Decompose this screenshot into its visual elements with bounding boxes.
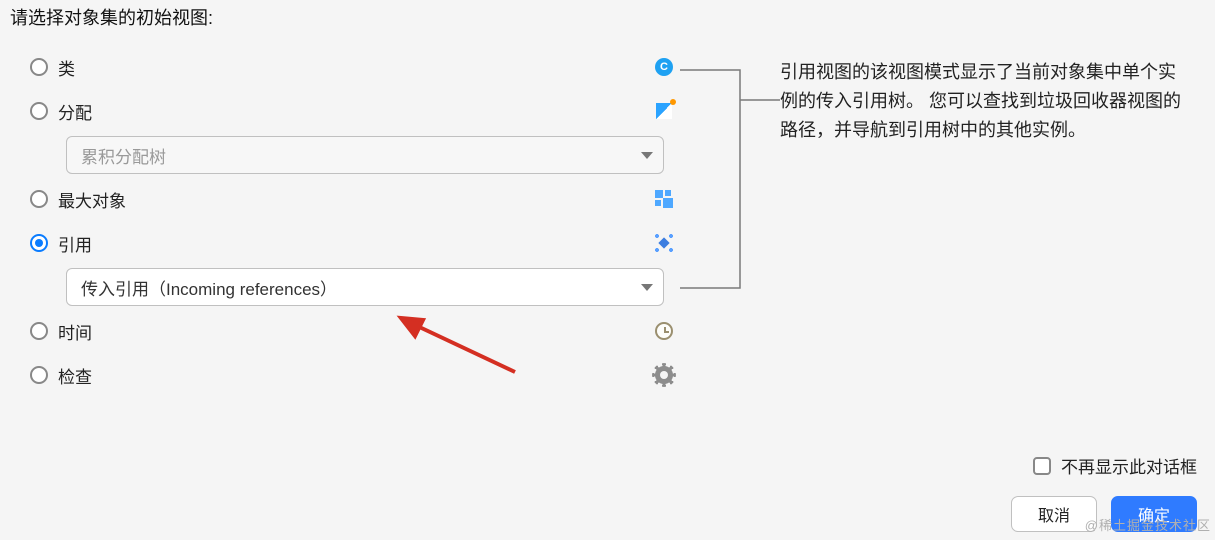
- reference-mode-dropdown[interactable]: 传入引用（Incoming references）: [66, 268, 664, 306]
- class-icon: C: [653, 56, 675, 78]
- option-label: 类: [58, 55, 75, 80]
- dropdown-value: 累积分配树: [81, 143, 166, 168]
- option-inspection[interactable]: 检查: [10, 356, 675, 394]
- allocation-icon: [653, 100, 675, 122]
- option-biggest[interactable]: 最大对象: [10, 180, 675, 218]
- chevron-down-icon: [641, 284, 653, 291]
- dont-show-again[interactable]: 不再显示此对话框: [1033, 453, 1197, 478]
- option-reference[interactable]: 引用: [10, 224, 675, 262]
- option-label: 分配: [58, 99, 92, 124]
- allocation-tree-dropdown: 累积分配树: [66, 136, 664, 174]
- option-label: 引用: [58, 231, 92, 256]
- option-class[interactable]: 类 C: [10, 48, 675, 86]
- gear-icon: [653, 364, 675, 386]
- prompt-label: 请选择对象集的初始视图:: [10, 4, 675, 30]
- option-allocation[interactable]: 分配: [10, 92, 675, 130]
- description-text: 引用视图的该视图模式显示了当前对象集中单个实例的传入引用树。 您可以查找到垃圾回…: [780, 58, 1185, 144]
- biggest-objects-icon: [653, 188, 675, 210]
- options-group: 类 C 分配 累积分配树 最大对象 引用: [10, 48, 675, 394]
- checkbox-label: 不再显示此对话框: [1061, 453, 1197, 478]
- radio-class[interactable]: [30, 58, 48, 76]
- radio-inspection[interactable]: [30, 366, 48, 384]
- dialog-footer: 不再显示此对话框 取消 确定: [1011, 453, 1197, 532]
- radio-allocation[interactable]: [30, 102, 48, 120]
- option-label: 最大对象: [58, 187, 126, 212]
- radio-biggest[interactable]: [30, 190, 48, 208]
- radio-reference[interactable]: [30, 234, 48, 252]
- reference-icon: [653, 232, 675, 254]
- dropdown-value: 传入引用（Incoming references）: [81, 275, 337, 300]
- ok-button[interactable]: 确定: [1111, 496, 1197, 532]
- initial-view-panel: 请选择对象集的初始视图: 类 C 分配 累积分配树 最大对象: [10, 4, 675, 394]
- clock-icon: [653, 320, 675, 342]
- radio-time[interactable]: [30, 322, 48, 340]
- option-time[interactable]: 时间: [10, 312, 675, 350]
- annotation-arrow: [395, 312, 525, 382]
- chevron-down-icon: [641, 152, 653, 159]
- description-bracket: [680, 60, 780, 300]
- checkbox[interactable]: [1033, 457, 1051, 475]
- cancel-button[interactable]: 取消: [1011, 496, 1097, 532]
- option-label: 检查: [58, 363, 92, 388]
- option-label: 时间: [58, 319, 92, 344]
